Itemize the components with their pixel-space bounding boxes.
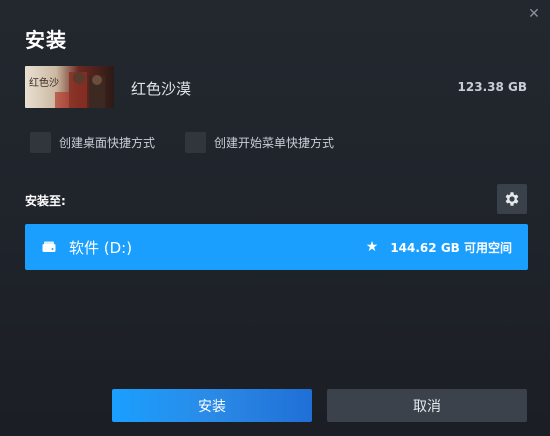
drive-free-space: 144.62 GB 可用空间 <box>390 240 512 255</box>
start-menu-shortcut-checkbox[interactable] <box>185 132 206 153</box>
game-logo-text: 红色沙 <box>29 78 59 89</box>
close-icon[interactable]: ✕ <box>526 6 542 22</box>
drive-name: 软件 (D:) <box>69 238 133 257</box>
game-name: 红色沙漠 <box>131 80 192 98</box>
dialog-title: 安装 <box>25 28 67 52</box>
install-button[interactable]: 安装 <box>112 389 312 422</box>
drive-info: ★ 144.62 GB 可用空间 <box>366 239 512 256</box>
library-settings-button[interactable] <box>497 184 527 214</box>
star-icon: ★ <box>365 239 379 255</box>
start-menu-shortcut-label[interactable]: 创建开始菜单快捷方式 <box>214 134 334 151</box>
install-location-label: 安装至: <box>25 194 66 208</box>
game-thumbnail: 红色沙 <box>25 66 114 108</box>
gear-icon <box>505 192 519 206</box>
game-size: 123.38 GB <box>457 80 527 94</box>
start-menu-shortcut-option[interactable]: 创建开始菜单快捷方式 <box>185 132 334 153</box>
desktop-shortcut-option[interactable]: 创建桌面快捷方式 <box>30 132 155 153</box>
desktop-shortcut-checkbox[interactable] <box>30 132 51 153</box>
drive-option-d[interactable]: 软件 (D:) ★ 144.62 GB 可用空间 <box>25 224 528 270</box>
drive-icon <box>42 241 56 252</box>
cancel-button[interactable]: 取消 <box>327 389 527 422</box>
desktop-shortcut-label[interactable]: 创建桌面快捷方式 <box>59 134 155 151</box>
